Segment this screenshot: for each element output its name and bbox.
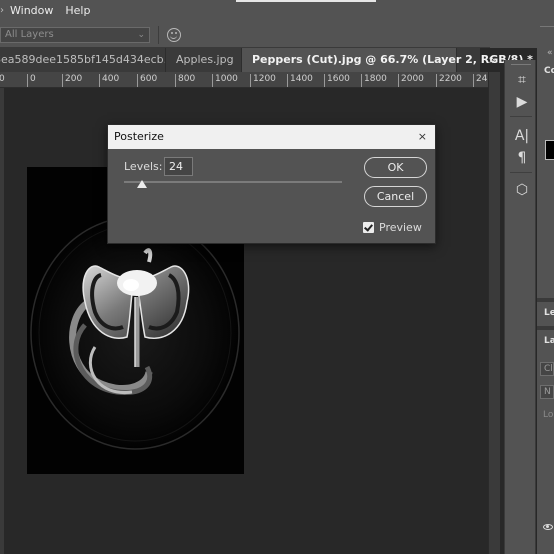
ruler-tick: 2000 <box>398 74 424 87</box>
color-panel-tab[interactable]: Co <box>544 66 554 76</box>
ruler-tick: 1000 <box>212 74 238 87</box>
history-brush-icon[interactable]: ⌗ <box>514 72 530 88</box>
blend-mode-field[interactable]: N <box>540 385 554 399</box>
dock-divider <box>510 116 532 117</box>
play-icon[interactable]: ▶ <box>514 94 530 110</box>
ruler-tick: 1800 <box>361 74 387 87</box>
highlight-bar <box>236 0 376 2</box>
preview-label[interactable]: Preview <box>379 221 422 234</box>
options-divider-line <box>540 26 554 27</box>
dock-grip[interactable] <box>511 64 531 65</box>
ruler-tick: 200 <box>62 74 82 87</box>
tab-label: 8ea589dee1585bf145d434ecb.jpg <box>0 53 165 66</box>
paragraph-icon[interactable]: ¶ <box>514 150 530 166</box>
options-bar-right <box>490 20 554 48</box>
character-icon[interactable]: A| <box>514 128 530 144</box>
photoshop-window: › Window Help All Layers ⌄ 8ea589dee1585… <box>0 0 554 554</box>
menu-overflow-icon[interactable]: › <box>0 5 4 16</box>
ruler-tick: 600 <box>137 74 157 87</box>
tab-overflow-icon[interactable]: » <box>482 48 502 72</box>
ruler-tick: 800 <box>175 74 195 87</box>
options-bar: All Layers ⌄ <box>0 20 554 48</box>
document-tabs: 8ea589dee1585bf145d434ecb.jpg × Apples.j… <box>0 48 554 72</box>
close-icon[interactable]: × <box>418 125 427 149</box>
tab-hash-jpg[interactable]: 8ea589dee1585bf145d434ecb.jpg × <box>0 48 166 72</box>
ruler-tick: 0 <box>0 74 5 87</box>
menu-item-help[interactable]: Help <box>65 4 90 17</box>
menu-item-window[interactable]: Window <box>10 4 53 17</box>
preview-checkbox[interactable] <box>363 222 374 233</box>
face-aware-icon[interactable] <box>167 28 181 42</box>
vertical-scrollbar[interactable] <box>488 72 500 554</box>
foreground-color-swatch[interactable] <box>545 140 554 160</box>
ruler-tick: 400 <box>99 74 119 87</box>
panel-divider <box>537 326 554 330</box>
levels-slider-thumb[interactable] <box>137 180 147 188</box>
right-panels: « Co Le La Cl N Lo <box>537 48 554 554</box>
ruler-tick: 0 <box>27 74 36 87</box>
ruler-tick: 240 <box>473 74 488 87</box>
horizontal-ruler: 0 0 200 400 600 800 1000 1200 1400 1600 … <box>0 72 488 88</box>
ruler-tick: 2200 <box>436 74 462 87</box>
3d-cube-icon[interactable]: ⬡ <box>514 182 530 198</box>
dialog-title: Posterize <box>114 130 164 143</box>
ok-button[interactable]: OK <box>364 157 427 178</box>
ruler-tick: 1200 <box>250 74 276 87</box>
dialog-title-bar[interactable]: Posterize × <box>108 125 435 149</box>
posterize-dialog: Posterize × Levels: 24 OK Cancel Preview <box>107 124 436 244</box>
menu-bar: › Window Help <box>0 0 554 20</box>
dock-divider <box>510 172 532 173</box>
options-divider <box>158 26 159 44</box>
tab-peppers-cut[interactable]: Peppers (Cut).jpg @ 66.7% (Layer 2, RGB/… <box>242 48 554 72</box>
learn-panel-tab[interactable]: Le <box>544 308 554 318</box>
levels-slider-track[interactable] <box>124 181 342 183</box>
ruler-tick: 1400 <box>287 74 313 87</box>
eye-icon[interactable] <box>543 524 553 530</box>
ruler-tick: 1600 <box>324 74 350 87</box>
tab-apples[interactable]: Apples.jpg × <box>166 48 254 72</box>
panel-dock: ⌗ ▶ A| ¶ ⬡ <box>504 60 536 554</box>
layers-panel-tab[interactable]: La <box>544 336 554 346</box>
levels-label: Levels: <box>124 160 163 173</box>
panel-divider <box>537 298 554 302</box>
levels-input[interactable]: 24 <box>164 157 193 176</box>
cancel-button[interactable]: Cancel <box>364 186 427 207</box>
collapse-panels-icon[interactable]: « <box>547 48 553 58</box>
sample-layers-value: All Layers <box>5 29 54 40</box>
tab-label: Apples.jpg <box>176 53 234 66</box>
vertical-ruler <box>0 88 4 554</box>
layer-filter-field[interactable]: Cl <box>540 362 554 376</box>
lock-label: Lo <box>543 410 554 420</box>
chevron-down-icon: ⌄ <box>137 30 145 40</box>
sample-layers-select[interactable]: All Layers ⌄ <box>0 27 150 43</box>
